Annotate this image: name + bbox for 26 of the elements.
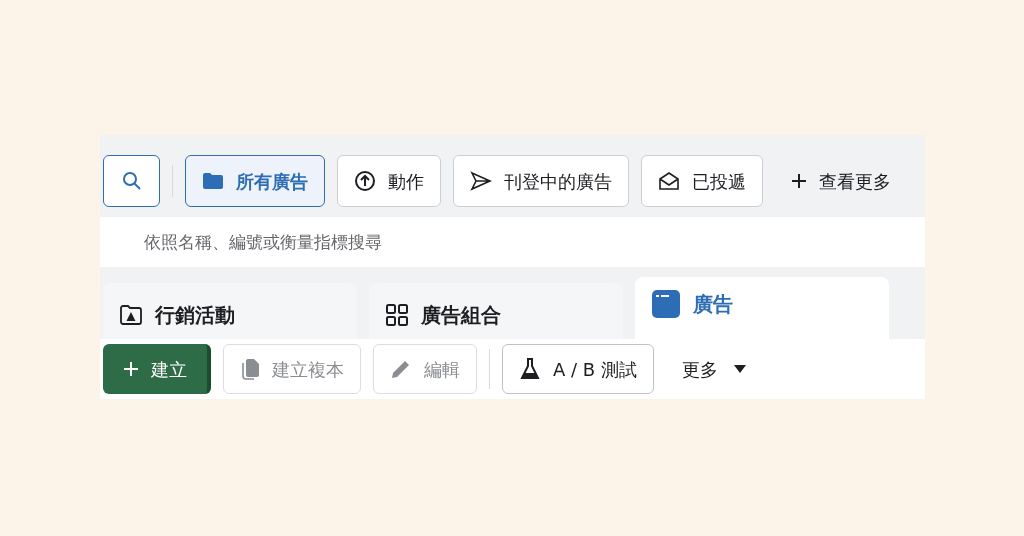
pencil-icon xyxy=(390,358,412,380)
folder-icon xyxy=(119,304,143,326)
tab[interactable]: 廣告組合 xyxy=(369,283,623,339)
tab[interactable]: 廣告 xyxy=(635,277,889,339)
search-icon xyxy=(121,171,142,191)
flask-icon xyxy=(519,357,541,381)
copy-icon xyxy=(240,358,260,380)
filter-button[interactable]: 動作 xyxy=(337,155,441,207)
envelope-icon xyxy=(658,171,680,191)
see-more-button[interactable]: 查看更多 xyxy=(775,155,907,207)
filter-button[interactable]: 所有廣告 xyxy=(185,155,325,207)
filter-button[interactable]: 刊登中的廣告 xyxy=(453,155,629,207)
search-button[interactable] xyxy=(103,155,160,207)
grid-icon xyxy=(385,303,409,327)
window-icon xyxy=(651,289,681,319)
caret-icon xyxy=(733,365,746,373)
send-icon xyxy=(470,171,492,191)
plus-icon xyxy=(123,361,139,377)
upload-icon xyxy=(354,170,376,192)
create-button[interactable]: 建立 xyxy=(103,344,211,394)
filter-button[interactable]: 已投遞 xyxy=(641,155,763,207)
tab[interactable]: 行銷活動 xyxy=(103,283,357,339)
search-field[interactable]: 依照名稱、編號或衡量指標搜尋 xyxy=(100,217,925,267)
plus-icon xyxy=(791,173,807,189)
toolbar-button[interactable]: A / B 測試 xyxy=(502,344,654,394)
folder-icon xyxy=(202,172,224,190)
